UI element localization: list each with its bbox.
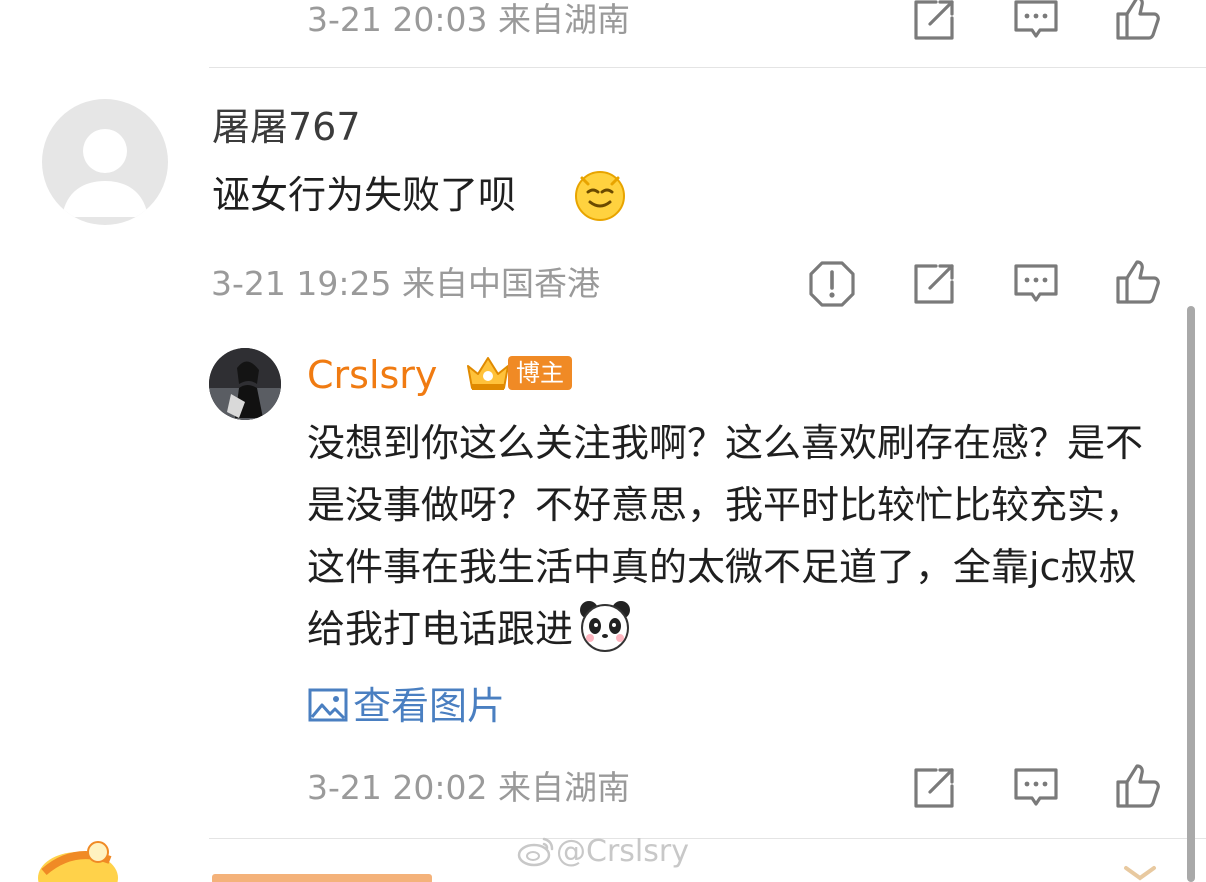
avatar[interactable] xyxy=(42,99,168,225)
comment-text: 诬女行为失败了呗 xyxy=(212,173,517,217)
share-icon[interactable] xyxy=(908,0,960,46)
comment-meta: 3-21 19:25 来自中国香港 xyxy=(211,264,600,303)
like-icon[interactable] xyxy=(1112,256,1164,308)
comment-text: 没想到你这么关注我啊？这么喜欢刷存在感？是不是没事做呀？不好意思，我平时比较忙比… xyxy=(307,412,1169,660)
share-icon[interactable] xyxy=(908,258,960,310)
comment-icon[interactable] xyxy=(1010,258,1062,310)
like-icon[interactable] xyxy=(1112,0,1164,44)
comment-divider xyxy=(209,67,1206,68)
scrollbar[interactable] xyxy=(1187,306,1195,882)
report-icon[interactable] xyxy=(806,258,858,310)
comment-icon[interactable] xyxy=(1010,0,1062,46)
comment-body: 没想到你这么关注我啊？这么喜欢刷存在感？是不是没事做呀？不好意思，我平时比较忙比… xyxy=(307,421,1144,651)
comment-meta: 3-21 20:02 来自湖南 xyxy=(307,768,630,807)
view-images-label: 查看图片 xyxy=(353,684,506,728)
smile-emoji-icon xyxy=(572,166,628,222)
image-icon xyxy=(307,685,349,725)
weibo-logo-icon xyxy=(516,835,556,867)
username[interactable]: 屠屠767 xyxy=(212,104,361,150)
badge-label: 博主 xyxy=(508,356,572,390)
panda-emoji-icon xyxy=(577,598,633,654)
like-icon[interactable] xyxy=(1112,760,1164,812)
comment-meta-top: 3-21 20:03 来自湖南 xyxy=(307,0,630,39)
comment-icon[interactable] xyxy=(1010,762,1062,814)
avatar[interactable] xyxy=(209,348,281,420)
avatar[interactable] xyxy=(34,838,118,882)
blogger-badge: 博主 xyxy=(462,352,574,394)
view-images-link[interactable]: 查看图片 xyxy=(307,680,505,732)
chevron-down-icon[interactable] xyxy=(1120,862,1160,882)
username-partial[interactable] xyxy=(212,866,542,882)
comment-divider xyxy=(209,838,1206,839)
watermark-text: @Crslsry xyxy=(556,834,689,869)
watermark: @Crslsry xyxy=(516,834,689,870)
username[interactable]: Crslsry xyxy=(307,352,437,398)
share-icon[interactable] xyxy=(908,762,960,814)
